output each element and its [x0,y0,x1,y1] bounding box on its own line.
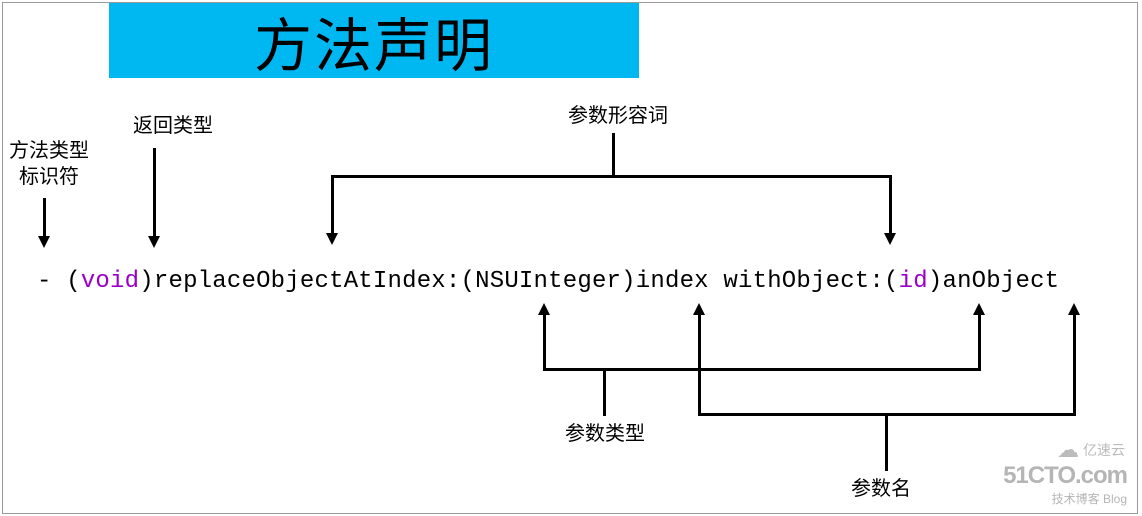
bracket-type-left-head [538,303,550,315]
label-return-type: 返回类型 [133,113,213,139]
code-type1: NSUInteger [475,268,621,295]
code-open3: ( [884,268,899,295]
bracket-adj-right-head [884,233,896,245]
watermark-yisu-text: 亿速云 [1083,440,1125,460]
code-method1: replaceObjectAtIndex: [154,268,461,295]
diagram-container: 方法声明 方法类型 标识符 返回类型 参数形容词 参数类型 参数名 - (voi… [2,2,1138,514]
label-param-type: 参数类型 [565,421,645,447]
bracket-adj-h [331,175,891,178]
bracket-name-right [1073,313,1076,413]
bracket-type-h [543,368,981,371]
bracket-name-right-head [1068,303,1080,315]
code-line: - (void)replaceObjectAtIndex:(NSUInteger… [37,268,1059,295]
bracket-adj-left-head [326,233,338,245]
watermark-main: 51CTO.com [1003,462,1127,490]
bracket-type-right [978,313,981,368]
cloud-icon: ☁ [1057,437,1079,463]
bracket-type-left [543,313,546,368]
code-open2: ( [461,268,476,295]
arrow-return-type-head [148,236,160,248]
code-close3: ) [928,268,943,295]
bracket-type-right-head [973,303,985,315]
label-param-adjective: 参数形容词 [568,103,668,129]
bracket-name-stem [885,413,888,471]
title-banner: 方法声明 [109,3,639,78]
title-text: 方法声明 [254,0,494,83]
bracket-adj-left [331,175,334,235]
label-param-name: 参数名 [851,476,911,502]
watermark-sub: 技术博客 Blog [1003,490,1127,507]
code-name1: index [636,268,724,295]
code-close1: ) [139,268,154,295]
code-close2: ) [621,268,636,295]
code-id: id [899,268,928,295]
arrow-method-type-head [38,236,50,248]
arrow-method-type-line [43,198,46,238]
bracket-adj-right [889,175,892,235]
watermark-51cto: 51CTO.com 技术博客 Blog [1003,462,1127,507]
bracket-type-stem [603,368,606,416]
bracket-name-left [698,313,701,413]
bracket-adj-stem [612,133,615,175]
code-minus: - [37,268,66,295]
watermark-yisu: ☁ 亿速云 [1057,437,1125,463]
code-name2: anObject [942,268,1059,295]
label-method-type-identifier: 方法类型 标识符 [9,138,89,190]
code-void: void [81,268,139,295]
code-method2: withObject: [723,268,884,295]
bracket-name-left-head [693,303,705,315]
code-open1: ( [66,268,81,295]
arrow-return-type-line [153,148,156,238]
